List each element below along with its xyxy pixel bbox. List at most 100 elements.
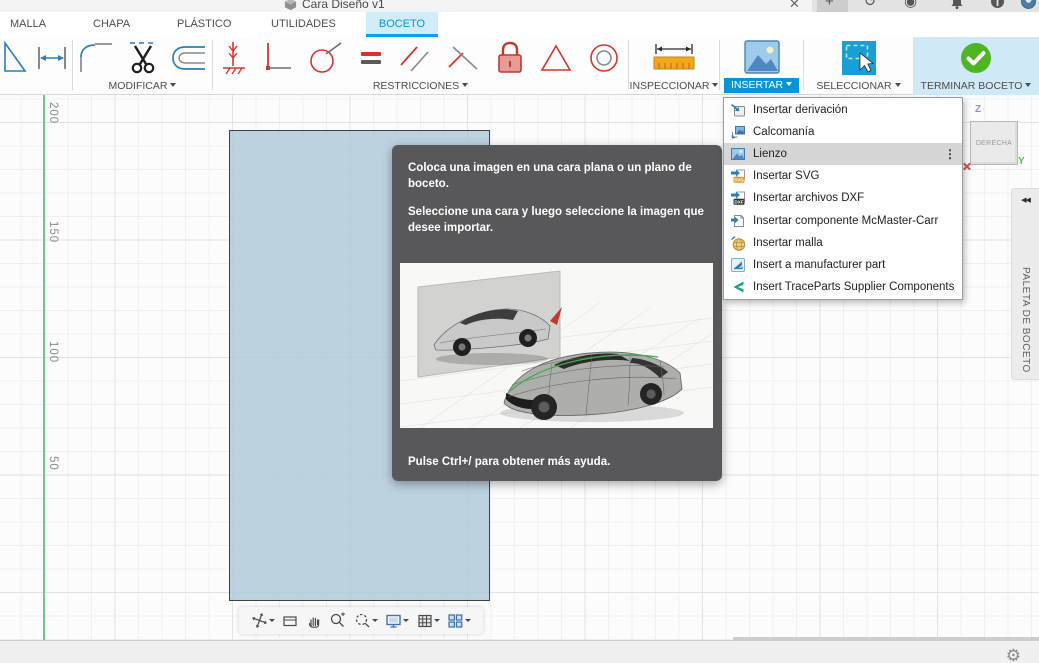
tab-plastico[interactable]: PLÁSTICO xyxy=(177,12,231,37)
zoom-icon[interactable] xyxy=(329,612,346,629)
insertar-dropdown[interactable]: INSERTAR xyxy=(724,78,799,93)
main-toolbar: MODIFICAR xyxy=(0,37,1039,95)
toolbar-group-insertar: INSERTAR xyxy=(720,37,803,95)
axis-x-marker xyxy=(962,162,971,171)
notifications-bell-icon[interactable] xyxy=(950,0,964,10)
select-tool-icon[interactable] xyxy=(840,39,878,77)
undo-icon[interactable]: ↺ xyxy=(864,0,877,10)
menu-item-manufacturer-part[interactable]: Insert a manufacturer part xyxy=(724,254,962,276)
menu-item-insertar-malla[interactable]: Insertar malla xyxy=(724,232,962,254)
menu-item-insertar-derivacion[interactable]: Insertar derivación xyxy=(724,99,962,121)
view-cube[interactable]: Z DERECHA Y xyxy=(958,104,1039,174)
restricciones-dropdown[interactable]: RESTRICCIONES xyxy=(213,80,628,92)
document-cube-icon xyxy=(284,0,297,11)
look-at-icon[interactable] xyxy=(282,613,298,629)
terminar-boceto-dropdown[interactable]: TERMINAR BOCETO xyxy=(913,80,1039,92)
menu-item-traceparts[interactable]: Insert TraceParts Supplier Components xyxy=(724,276,962,298)
finish-sketch-section[interactable]: TERMINAR BOCETO xyxy=(913,37,1039,95)
close-icon[interactable]: ✕ xyxy=(789,0,800,12)
symmetry-constraint-icon[interactable] xyxy=(538,41,574,75)
title-bar: Cara Diseño v1 ✕ + ↺ ◉ xyxy=(0,0,1039,12)
sketch-palette-label: PALETA DE BOCETO xyxy=(1020,267,1031,373)
display-settings-icon[interactable] xyxy=(385,613,409,629)
plus-icon[interactable]: + xyxy=(825,0,834,10)
y-axis-line xyxy=(43,95,45,640)
insert-derive-icon xyxy=(730,102,746,118)
fillet-icon[interactable] xyxy=(77,41,115,75)
midpoint-constraint-icon[interactable] xyxy=(445,41,481,75)
help-info-icon[interactable] xyxy=(990,0,1005,9)
tooltip-paragraph: Seleccione una cara y luego seleccione l… xyxy=(408,205,708,236)
finish-check-icon[interactable] xyxy=(959,41,993,75)
fusion-window: Cara Diseño v1 ✕ + ↺ ◉ MALLA CHAPA PLÁST… xyxy=(0,0,1039,663)
trim-scissors-icon[interactable] xyxy=(122,40,162,76)
orbit-icon[interactable] xyxy=(251,612,275,629)
user-avatar[interactable] xyxy=(1021,0,1036,9)
tab-boceto[interactable]: BOCETO xyxy=(366,12,438,37)
ruler-label: 150 xyxy=(47,221,59,243)
mcmaster-icon xyxy=(730,213,746,229)
record-icon[interactable]: ◉ xyxy=(904,0,917,10)
sketch-dimension-icon[interactable] xyxy=(35,41,69,75)
triangle-tool-icon[interactable] xyxy=(3,41,29,75)
viewports-icon[interactable] xyxy=(447,613,471,629)
menu-item-label: Insertar derivación xyxy=(753,104,848,116)
traceparts-icon xyxy=(730,279,746,295)
tangent-constraint-icon[interactable] xyxy=(306,40,344,76)
parallel-constraint-icon[interactable] xyxy=(397,41,433,75)
menu-item-insertar-dxf[interactable]: DXF Insertar archivos DXF xyxy=(724,187,962,209)
tab-chapa[interactable]: CHAPA xyxy=(93,12,130,37)
canvas-tooltip: Coloca una imagen en una cara plana o un… xyxy=(392,145,722,481)
seleccionar-dropdown[interactable]: SELECCIONAR xyxy=(804,80,913,92)
toolbar-group-create xyxy=(0,37,72,95)
svg-text:SVG: SVG xyxy=(734,178,744,183)
ruler-label: 100 xyxy=(47,341,59,363)
measure-ruler-icon[interactable] xyxy=(650,41,698,75)
menu-item-calcomania[interactable]: Calcomanía xyxy=(724,121,962,143)
sketch-palette-tab[interactable]: ◀◀ PALETA DE BOCETO xyxy=(1011,188,1039,380)
tab-utilidades[interactable]: UTILIDADES xyxy=(271,12,336,37)
lock-constraint-icon[interactable] xyxy=(493,39,527,77)
menu-item-label: Calcomanía xyxy=(753,126,814,138)
insert-svg-icon: SVG xyxy=(730,168,746,184)
menu-item-lienzo[interactable]: Lienzo ⋮ xyxy=(724,143,962,165)
grid-settings-icon[interactable] xyxy=(417,613,440,629)
menu-item-label: Insertar archivos DXF xyxy=(753,192,864,204)
pan-icon[interactable] xyxy=(306,613,322,629)
tab-malla[interactable]: MALLA xyxy=(10,12,46,37)
zoom-window-icon[interactable] xyxy=(354,612,378,629)
status-bar: ⚙ xyxy=(0,640,1039,663)
ruler-label: 200 xyxy=(47,102,59,124)
concentric-constraint-icon[interactable] xyxy=(586,40,622,76)
menu-item-mcmaster[interactable]: Insertar componente McMaster-Carr xyxy=(724,209,962,231)
more-options-icon[interactable]: ⋮ xyxy=(944,149,956,159)
toolbar-tab-bar: MALLA CHAPA PLÁSTICO UTILIDADES BOCETO xyxy=(0,12,1039,37)
toolbar-group-restricciones: RESTRICCIONES xyxy=(213,37,628,95)
decal-icon xyxy=(730,124,746,140)
timeline-scrollbar[interactable] xyxy=(733,637,1039,641)
menu-item-insertar-svg[interactable]: SVG Insertar SVG xyxy=(724,165,962,187)
perpendicular-constraint-icon[interactable] xyxy=(260,40,294,76)
menu-item-label: Insertar SVG xyxy=(753,170,819,182)
toolbar-group-modificar: MODIFICAR xyxy=(73,37,212,95)
toolbar-group-inspeccionar: INSPECCIONAR xyxy=(629,37,719,95)
modificar-dropdown[interactable]: MODIFICAR xyxy=(73,80,212,92)
offset-icon[interactable] xyxy=(169,41,209,75)
collapse-panel-icon[interactable]: ◀◀ xyxy=(1012,196,1039,204)
svg-text:DXF: DXF xyxy=(734,200,743,205)
toolbar-group-seleccionar: SELECCIONAR xyxy=(804,37,913,95)
menu-item-label: Insertar malla xyxy=(753,237,823,249)
fix-constraint-icon[interactable] xyxy=(219,40,249,76)
menu-item-label: Insert a manufacturer part xyxy=(753,259,885,271)
tooltip-paragraph: Coloca una imagen en una cara plana o un… xyxy=(408,161,708,192)
insert-canvas-icon[interactable] xyxy=(742,39,782,76)
ruler-label: 50 xyxy=(47,456,59,471)
view-cube-face[interactable]: DERECHA xyxy=(970,121,1018,165)
insert-dropdown-menu: Insertar derivación Calcomanía xyxy=(723,97,963,300)
gear-icon[interactable]: ⚙ xyxy=(1006,646,1021,663)
equal-constraint-icon[interactable] xyxy=(356,43,386,73)
inspeccionar-dropdown[interactable]: INSPECCIONAR xyxy=(629,80,719,92)
document-title: Cara Diseño v1 xyxy=(284,0,385,11)
chevron-down-icon xyxy=(712,83,718,87)
document-title-text: Cara Diseño v1 xyxy=(302,0,385,11)
